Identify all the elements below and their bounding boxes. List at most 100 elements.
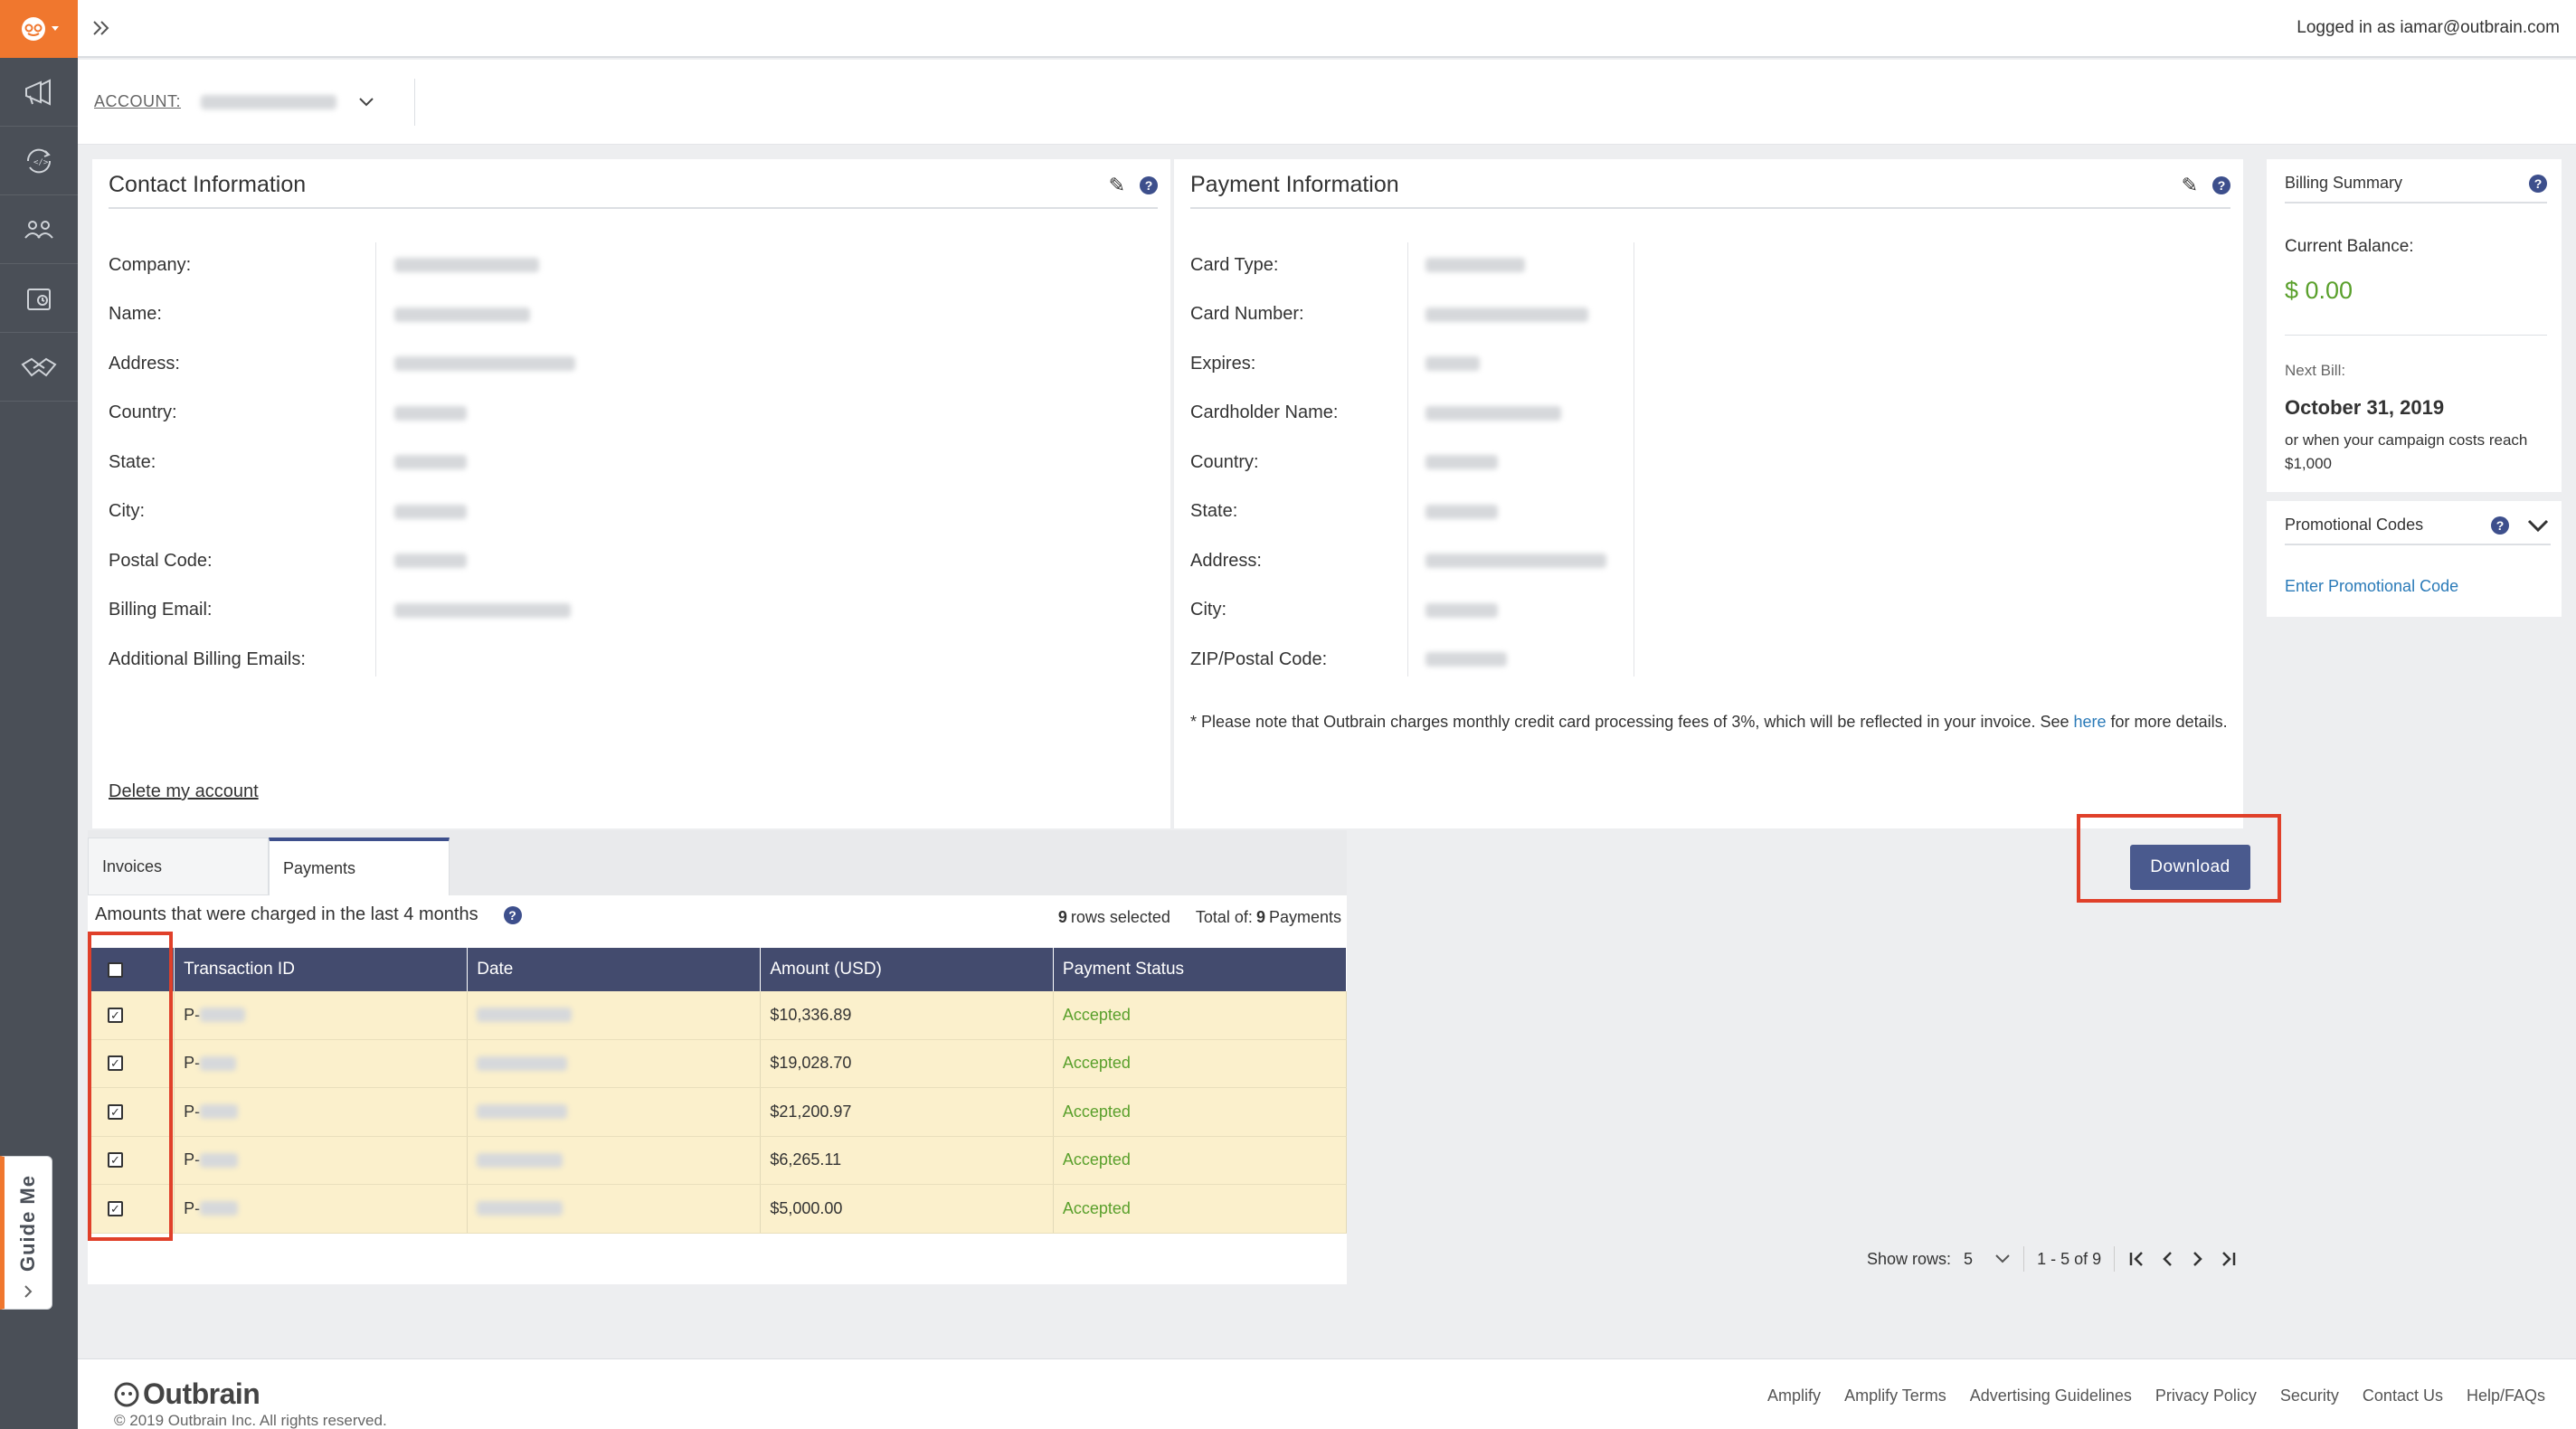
tab-payments[interactable]: Payments bbox=[269, 838, 450, 895]
redacted-value bbox=[394, 258, 539, 273]
current-balance-label: Current Balance: bbox=[2285, 237, 2414, 256]
transaction-id-prefix: P- bbox=[184, 1198, 201, 1217]
show-rows-value: 5 bbox=[1964, 1249, 1974, 1268]
enter-promo-code-link[interactable]: Enter Promotional Code bbox=[2285, 577, 2458, 596]
amount-cell: $6,265.11 bbox=[761, 1136, 1054, 1184]
account-dropdown-chevron-icon[interactable] bbox=[355, 90, 378, 114]
additional-emails-label: Additional Billing Emails: bbox=[109, 648, 306, 669]
footer-link-help-faqs[interactable]: Help/FAQs bbox=[2467, 1386, 2545, 1405]
partners-nav[interactable] bbox=[0, 333, 78, 402]
footer-link-amplify[interactable]: Amplify bbox=[1767, 1386, 1821, 1405]
transaction-id-prefix: P- bbox=[184, 1005, 201, 1024]
prev-page-icon[interactable] bbox=[2160, 1250, 2176, 1268]
expand-sidebar-icon[interactable] bbox=[90, 17, 112, 39]
tab-payments-label: Payments bbox=[283, 858, 356, 877]
redacted-value bbox=[1425, 258, 1525, 273]
chevron-down-icon[interactable] bbox=[2525, 516, 2551, 535]
table-help-icon[interactable]: ? bbox=[503, 905, 522, 924]
last-page-icon[interactable] bbox=[2218, 1250, 2238, 1268]
status-cell: Accepted bbox=[1054, 1185, 1348, 1233]
payment-country-label: Country: bbox=[1190, 451, 1259, 472]
next-page-icon[interactable] bbox=[2189, 1250, 2205, 1268]
payment-title: Payment Information bbox=[1190, 172, 1399, 197]
footer-link-advertising-guidelines[interactable]: Advertising Guidelines bbox=[1970, 1386, 2132, 1405]
people-icon bbox=[24, 220, 53, 239]
delete-account-link[interactable]: Delete my account bbox=[109, 781, 259, 802]
payment-title-bar: Payment Information ✎ ? bbox=[1190, 172, 2230, 209]
header-transaction-id[interactable]: Transaction ID bbox=[175, 948, 469, 991]
first-page-icon[interactable] bbox=[2127, 1250, 2147, 1268]
contact-divider bbox=[375, 242, 376, 677]
payment-information-panel: Payment Information ✎ ? Card Type: Card … bbox=[1174, 159, 2243, 828]
header-date[interactable]: Date bbox=[468, 948, 762, 991]
redacted-value bbox=[477, 1201, 564, 1216]
wallet-icon bbox=[27, 288, 51, 310]
table-row[interactable]: ✓ P- $5,000.00 Accepted bbox=[90, 1185, 1348, 1234]
promo-help-icon[interactable]: ? bbox=[2491, 516, 2509, 535]
svg-text:</>: </> bbox=[33, 158, 49, 167]
redacted-value bbox=[200, 1104, 239, 1120]
redacted-value bbox=[1425, 356, 1480, 372]
footer-link-amplify-terms[interactable]: Amplify Terms bbox=[1844, 1386, 1946, 1405]
outbrain-brand-icon bbox=[114, 1382, 139, 1406]
show-rows-label: Show rows: bbox=[1867, 1249, 1952, 1268]
rows-selected-count: 9 bbox=[1057, 908, 1067, 926]
account-name-redacted bbox=[201, 94, 337, 109]
top-bar: Logged in as iamar@outbrain.com bbox=[78, 0, 2576, 58]
note-here-link[interactable]: here bbox=[2074, 713, 2107, 731]
transaction-id-cell: P- bbox=[175, 1088, 469, 1136]
payment-values-redacted bbox=[1425, 241, 1606, 685]
download-highlight-box bbox=[2077, 814, 2281, 903]
audiences-nav[interactable] bbox=[0, 195, 78, 264]
tab-invoices[interactable]: Invoices bbox=[88, 838, 269, 895]
redacted-value bbox=[200, 1152, 239, 1168]
billing-nav[interactable] bbox=[0, 264, 78, 333]
header-amount[interactable]: Amount (USD) bbox=[761, 948, 1054, 991]
status-cell: Accepted bbox=[1054, 1136, 1348, 1184]
redacted-value bbox=[477, 1055, 568, 1071]
outbrain-logo-icon bbox=[22, 17, 59, 41]
billing-divider bbox=[2285, 335, 2547, 336]
redacted-value bbox=[200, 1055, 237, 1071]
page-range: 1 - 5 of 9 bbox=[2037, 1249, 2102, 1268]
total-suffix: Payments bbox=[1268, 908, 1341, 926]
table-row[interactable]: ✓ P- $21,200.97 Accepted bbox=[90, 1088, 1348, 1137]
contact-values-redacted bbox=[394, 241, 575, 635]
table-row[interactable]: ✓ P- $19,028.70 Accepted bbox=[90, 1039, 1348, 1088]
amount-cell: $21,200.97 bbox=[761, 1088, 1054, 1136]
footer-links: Amplify Amplify Terms Advertising Guidel… bbox=[1767, 1386, 2545, 1405]
processing-fee-note: * Please note that Outbrain charges mont… bbox=[1190, 709, 2230, 734]
guide-me-tab[interactable]: Guide Me bbox=[0, 1156, 52, 1310]
redacted-value bbox=[1425, 405, 1561, 421]
footer-link-privacy-policy[interactable]: Privacy Policy bbox=[2155, 1386, 2257, 1405]
conversion-cycle-icon: </> bbox=[26, 148, 52, 173]
payment-help-icon[interactable]: ? bbox=[2212, 175, 2230, 194]
promotional-codes-title: Promotional Codes bbox=[2285, 516, 2424, 534]
transaction-id-prefix: P- bbox=[184, 1054, 201, 1073]
outbrain-menu-button[interactable] bbox=[0, 0, 78, 58]
payment-fields: Card Type: Card Number: Expires: Cardhol… bbox=[1190, 241, 1338, 685]
footer-link-security[interactable]: Security bbox=[2280, 1386, 2339, 1405]
handshake-icon bbox=[21, 357, 57, 376]
conversions-nav[interactable]: </> bbox=[0, 127, 78, 195]
redacted-value bbox=[200, 1201, 239, 1216]
footer-link-contact-us[interactable]: Contact Us bbox=[2363, 1386, 2443, 1405]
table-row[interactable]: ✓ P- $6,265.11 Accepted bbox=[90, 1136, 1348, 1185]
redacted-value bbox=[477, 1104, 568, 1120]
date-cell bbox=[468, 991, 762, 1039]
payment-divider-left bbox=[1407, 242, 1408, 677]
header-payment-status[interactable]: Payment Status bbox=[1054, 948, 1348, 991]
billing-help-icon[interactable]: ? bbox=[2529, 174, 2547, 193]
contact-help-icon[interactable]: ? bbox=[1140, 175, 1158, 194]
megaphone-icon bbox=[25, 78, 51, 106]
redacted-value bbox=[394, 356, 575, 372]
city-label: City: bbox=[109, 501, 145, 522]
edit-contact-pencil-icon[interactable]: ✎ bbox=[1109, 174, 1125, 197]
campaigns-nav[interactable] bbox=[0, 58, 78, 127]
pagination: Show rows: 5 1 - 5 of 9 bbox=[1867, 1236, 2238, 1282]
edit-payment-pencil-icon[interactable]: ✎ bbox=[2182, 174, 2198, 197]
transaction-id-cell: P- bbox=[175, 1039, 469, 1087]
show-rows-select[interactable]: 5 bbox=[1964, 1250, 2011, 1269]
table-row[interactable]: ✓ P- $10,336.89 Accepted bbox=[90, 991, 1348, 1040]
redacted-value bbox=[394, 455, 467, 470]
